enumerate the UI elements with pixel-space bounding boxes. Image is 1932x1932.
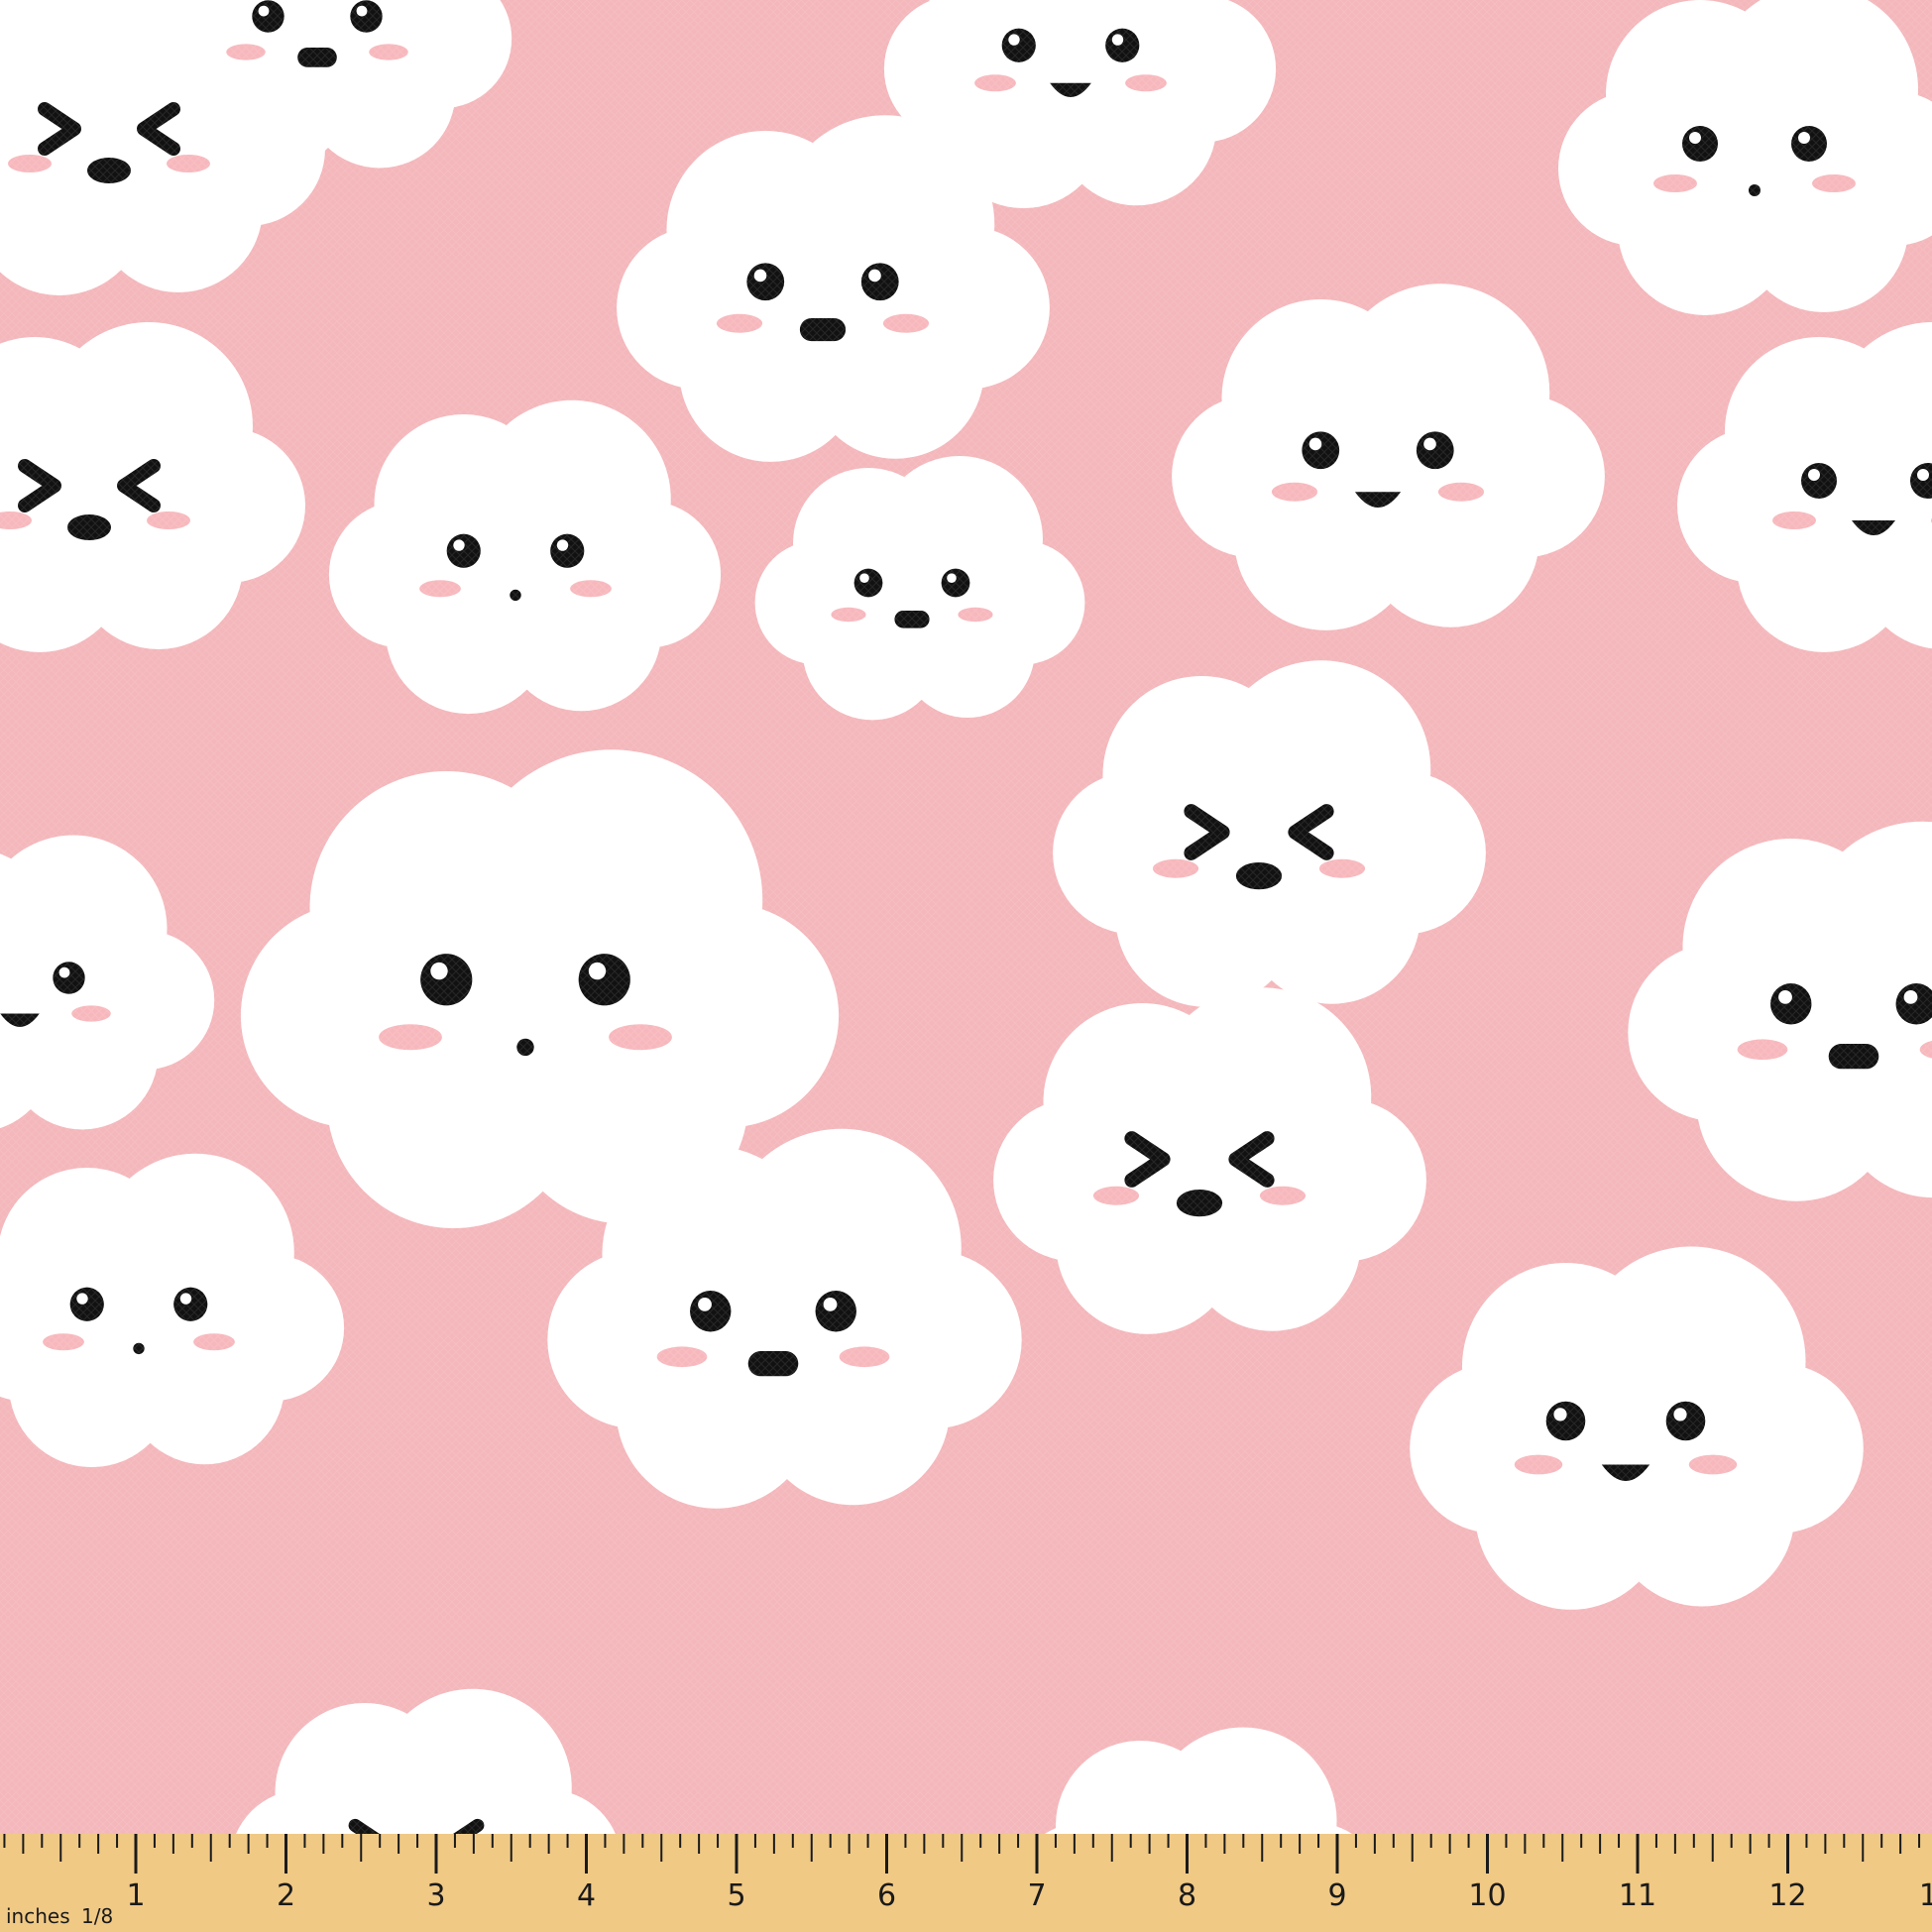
- cloud-print-fabric: [0, 0, 1932, 1932]
- ruler-number: 1: [126, 1878, 145, 1913]
- ruler-unit-label: inches: [6, 1904, 70, 1928]
- ruler-number: 4: [577, 1878, 596, 1913]
- ruler-number: 7: [1027, 1878, 1046, 1913]
- ruler-number: 11: [1619, 1878, 1656, 1913]
- fabric-swatch-view: 12345678910111213 inches 1/8: [0, 0, 1932, 1932]
- ruler-number: 10: [1468, 1878, 1506, 1913]
- ruler-number: 8: [1178, 1878, 1196, 1913]
- ruler-number: 9: [1327, 1878, 1346, 1913]
- ruler-number: 2: [277, 1878, 295, 1913]
- ruler-number: 5: [727, 1878, 745, 1913]
- measuring-ruler: 12345678910111213 inches 1/8: [0, 1834, 1932, 1932]
- ruler-number: 13: [1919, 1878, 1932, 1913]
- ruler-number: 12: [1768, 1878, 1806, 1913]
- ruler-fraction-label: 1/8: [81, 1904, 113, 1928]
- ruler-number: 6: [877, 1878, 896, 1913]
- ruler-number: 3: [426, 1878, 445, 1913]
- fabric-weave-texture: [0, 0, 1932, 1932]
